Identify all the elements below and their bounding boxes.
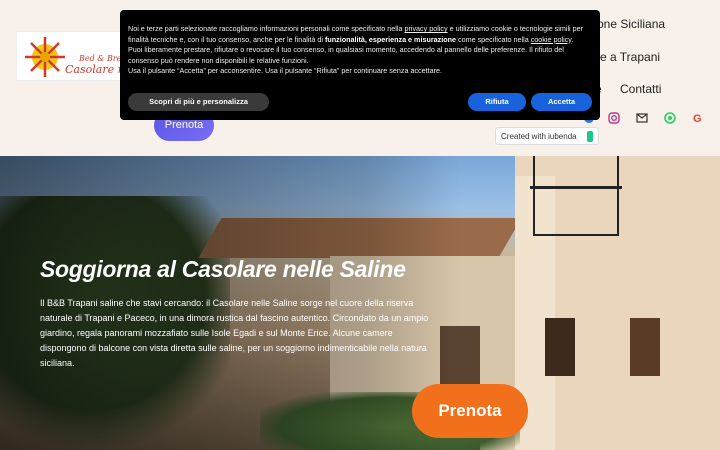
hero-image-window bbox=[545, 318, 575, 376]
hero-image-window bbox=[630, 318, 660, 376]
cookie-text-part: Noi e terze parti selezionate raccogliam… bbox=[128, 24, 403, 33]
learn-more-button[interactable]: Scopri di più e personalizza bbox=[128, 93, 269, 111]
privacy-policy-link[interactable]: privacy policy bbox=[404, 24, 447, 33]
logo-text-line2: Casolare nelle bbox=[65, 63, 123, 76]
cookie-text-bold: funzionalità, esperienza e misurazione bbox=[324, 34, 456, 44]
prenota-hero-button[interactable]: Prenota bbox=[412, 384, 528, 438]
logo-text-line1: Bed & Breakfast bbox=[79, 54, 123, 63]
google-icon[interactable]: G bbox=[691, 111, 705, 125]
cookie-text-part: Usa il pulsante “Accetta” per acconsenti… bbox=[128, 66, 443, 75]
logo-emblem-icon bbox=[25, 37, 65, 77]
nav-item-contatti[interactable]: Contatti bbox=[620, 82, 661, 96]
email-icon[interactable] bbox=[635, 111, 649, 125]
hero-image-balcony bbox=[533, 156, 619, 236]
accept-button[interactable]: Accetta bbox=[531, 93, 592, 111]
iubenda-logo-icon bbox=[587, 131, 593, 142]
nav-item-tradizione[interactable]: one Siciliana bbox=[597, 17, 665, 31]
instagram-icon[interactable] bbox=[607, 111, 621, 125]
cookie-text-part: come specificato nella bbox=[458, 34, 529, 44]
iubenda-badge-text: Created with iubenda bbox=[501, 132, 577, 141]
cookie-banner-text: Noi e terze parti selezionate raccogliam… bbox=[128, 24, 584, 75]
nav-item-trapani[interactable]: re a Trapani bbox=[596, 50, 660, 64]
cookie-banner: Noi e terze parti selezionate raccogliam… bbox=[120, 10, 600, 120]
cookie-text-part: Puoi liberamente prestare, rifiutare o r… bbox=[128, 45, 564, 65]
iubenda-badge[interactable]: Created with iubenda bbox=[495, 127, 599, 145]
hero-title: Soggiorna al Casolare nelle Saline bbox=[40, 256, 406, 282]
hero-image-balcony-rail bbox=[530, 186, 622, 189]
reject-button[interactable]: Rifiuta bbox=[468, 93, 526, 111]
whatsapp-icon[interactable] bbox=[663, 111, 677, 125]
site-logo[interactable]: Bed & Breakfast Casolare nelle bbox=[16, 31, 124, 81]
svg-text:G: G bbox=[693, 113, 702, 124]
cookie-policy-link[interactable]: cookie policy bbox=[531, 35, 572, 44]
hero-description: Il B&B Trapani saline che stavi cercando… bbox=[40, 298, 429, 368]
